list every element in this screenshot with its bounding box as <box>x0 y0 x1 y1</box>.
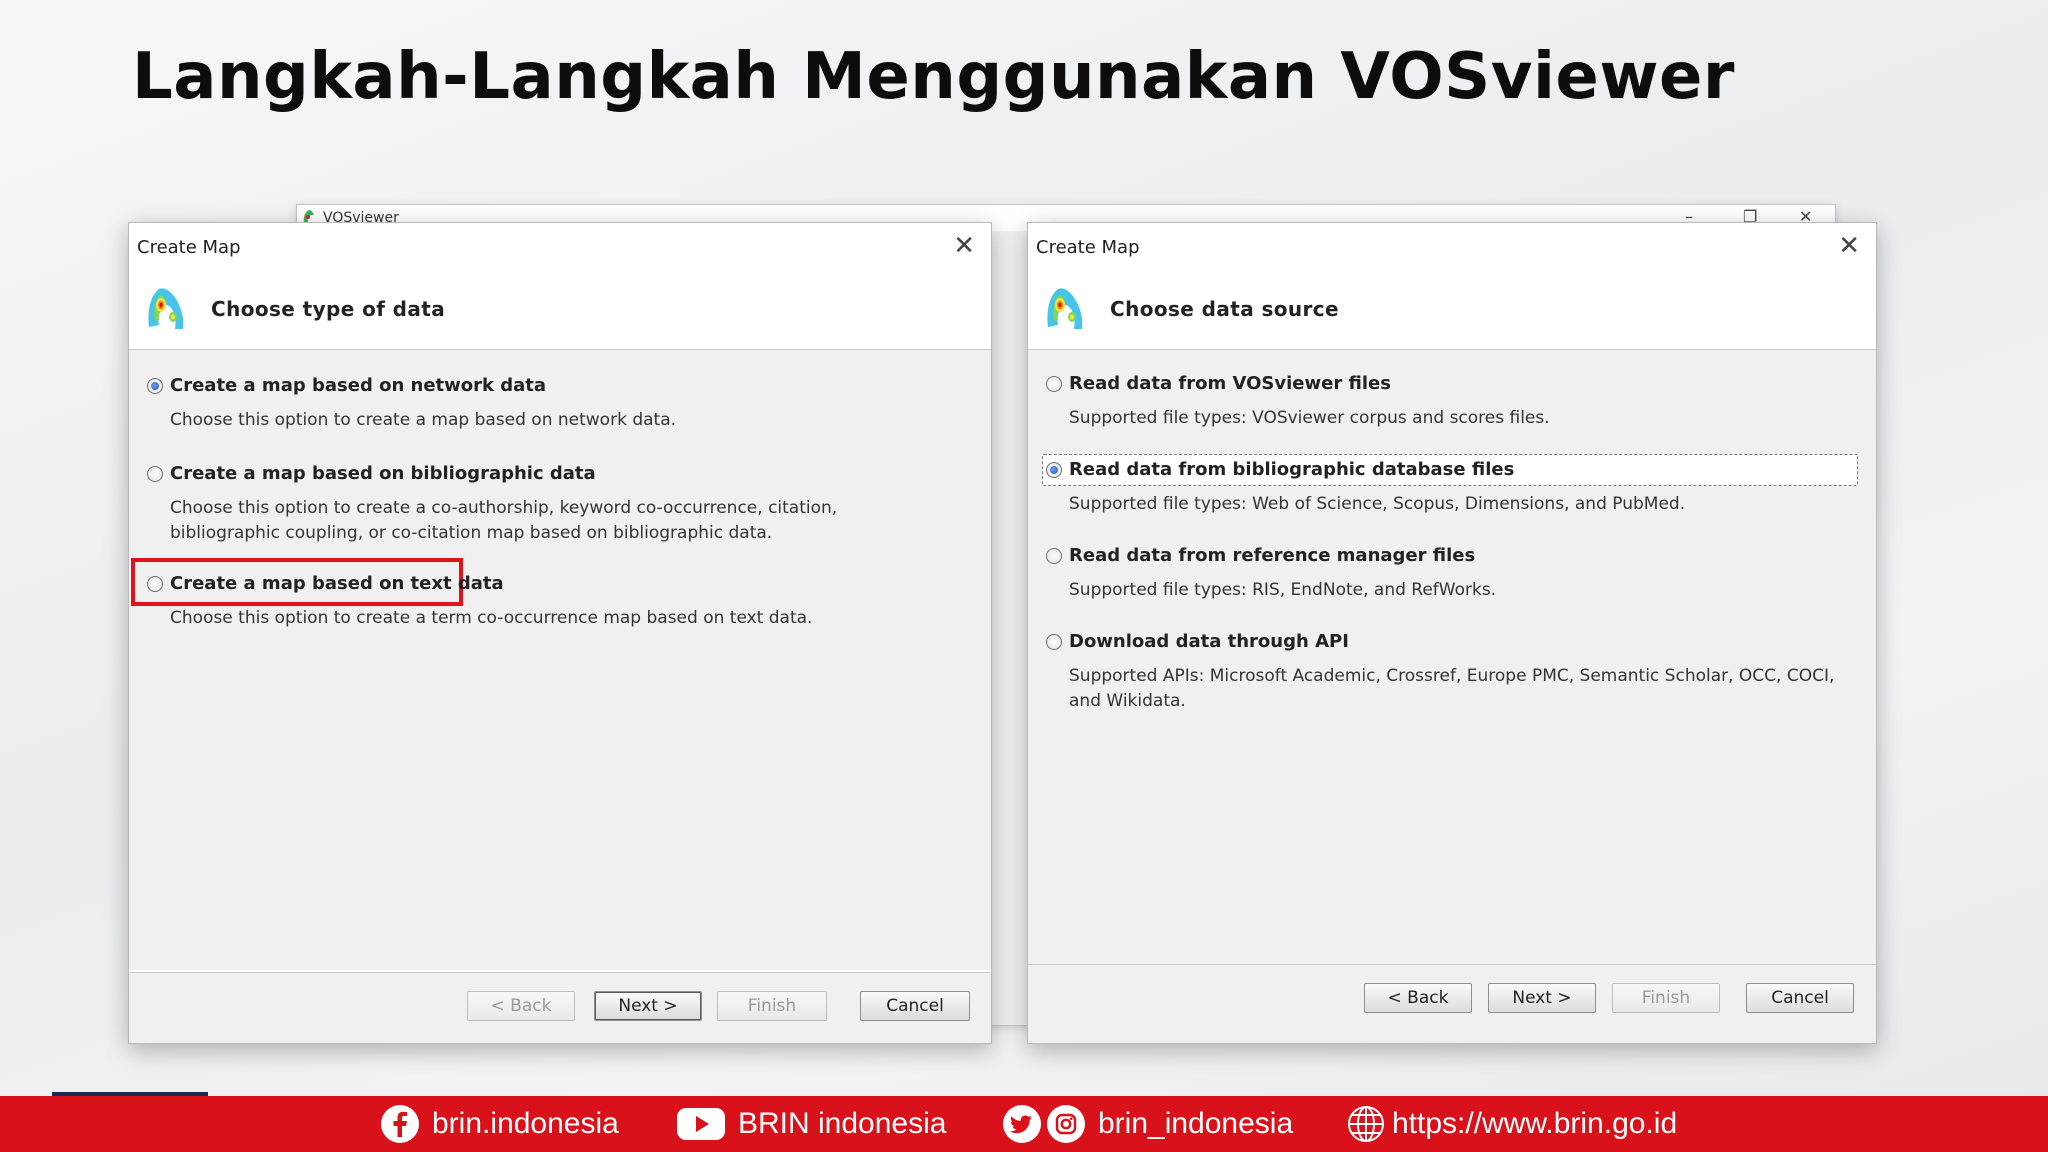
facebook-handle: brin.indonesia <box>432 1107 619 1140</box>
cancel-button[interactable]: Cancel <box>860 991 970 1021</box>
back-button[interactable]: < Back <box>1364 983 1472 1013</box>
vosviewer-density-logo-icon <box>1047 288 1083 329</box>
option-label[interactable]: Read data from reference manager files <box>1069 545 1475 566</box>
finish-button[interactable]: Finish <box>717 991 827 1021</box>
radio-reference-manager-files[interactable] <box>1046 548 1062 564</box>
dialog-titlebar: Create Map ✕ <box>129 223 991 269</box>
option-label[interactable]: Read data from VOSviewer files <box>1069 373 1391 394</box>
dialog-header: Choose type of data <box>129 269 991 350</box>
twitter-instagram-link[interactable]: brin_indonesia <box>1002 1096 1293 1152</box>
next-button[interactable]: Next > <box>594 991 702 1021</box>
dialog-header: Choose data source <box>1028 269 1876 350</box>
option-label[interactable]: Create a map based on network data <box>170 375 546 396</box>
create-map-dialog-type: Create Map ✕ Choose type of data Create … <box>128 222 992 1044</box>
dialog-title: Create Map <box>1036 237 1140 258</box>
option-description: Choose this option to create a term co-o… <box>170 608 813 628</box>
next-button[interactable]: Next > <box>1488 983 1596 1013</box>
dialog-header-title: Choose data source <box>1110 297 1340 321</box>
dialog-close-button[interactable]: ✕ <box>1838 231 1860 261</box>
dialog-titlebar: Create Map ✕ <box>1028 223 1876 269</box>
dialog-close-button[interactable]: ✕ <box>953 231 975 261</box>
youtube-channel: BRIN indonesia <box>738 1107 947 1140</box>
radio-text-data[interactable] <box>147 576 163 592</box>
facebook-link[interactable]: brin.indonesia <box>380 1096 619 1152</box>
youtube-link[interactable]: BRIN indonesia <box>676 1096 946 1152</box>
option-label[interactable]: Read data from bibliographic database fi… <box>1069 459 1514 480</box>
radio-download-api[interactable] <box>1046 634 1062 650</box>
option-description: Supported file types: RIS, EndNote, and … <box>1069 580 1497 600</box>
option-label[interactable]: Download data through API <box>1069 631 1349 652</box>
vosviewer-density-logo-icon <box>148 288 184 329</box>
cancel-button[interactable]: Cancel <box>1746 983 1854 1013</box>
social-banner: brin.indonesia BRIN indonesia brin_indon… <box>0 1096 2048 1152</box>
twitter-icon <box>1002 1104 1042 1144</box>
option-description: Supported file types: VOSviewer corpus a… <box>1069 408 1550 428</box>
instagram-icon <box>1046 1104 1086 1144</box>
dialog-body: Read data from VOSviewer files Supported… <box>1028 350 1876 970</box>
radio-bibliographic-data[interactable] <box>147 466 163 482</box>
facebook-icon <box>380 1104 420 1144</box>
radio-network-data[interactable] <box>147 378 163 394</box>
radio-bibliographic-database-files[interactable] <box>1046 462 1062 478</box>
slide-title: Langkah-Langkah Menggunakan VOSviewer <box>132 40 1735 114</box>
option-description: Supported APIs: Microsoft Academic, Cros… <box>1069 666 1835 711</box>
dialog-footer: < Back Next > Finish Cancel <box>129 972 991 1043</box>
youtube-icon <box>676 1106 726 1142</box>
dialog-header-title: Choose type of data <box>211 297 446 321</box>
option-label[interactable]: Create a map based on text data <box>170 573 504 594</box>
option-description: Choose this option to create a map based… <box>170 410 677 430</box>
website-url: https://www.brin.go.id <box>1392 1107 1678 1140</box>
finish-button[interactable]: Finish <box>1612 983 1720 1013</box>
twitter-instagram-handle: brin_indonesia <box>1098 1107 1294 1140</box>
radio-vosviewer-files[interactable] <box>1046 376 1062 392</box>
globe-icon <box>1346 1104 1386 1144</box>
website-link[interactable]: https://www.brin.go.id <box>1346 1096 1677 1152</box>
dialog-title: Create Map <box>137 237 241 258</box>
back-button[interactable]: < Back <box>467 991 575 1021</box>
option-description: Supported file types: Web of Science, Sc… <box>1069 494 1686 514</box>
create-map-dialog-source: Create Map ✕ Choose data source Read dat… <box>1027 222 1877 1044</box>
dialog-footer: < Back Next > Finish Cancel <box>1028 964 1876 1043</box>
dialog-body: Create a map based on network data Choos… <box>129 350 991 970</box>
option-label[interactable]: Create a map based on bibliographic data <box>170 463 596 484</box>
option-description: Choose this option to create a co-author… <box>170 498 838 543</box>
